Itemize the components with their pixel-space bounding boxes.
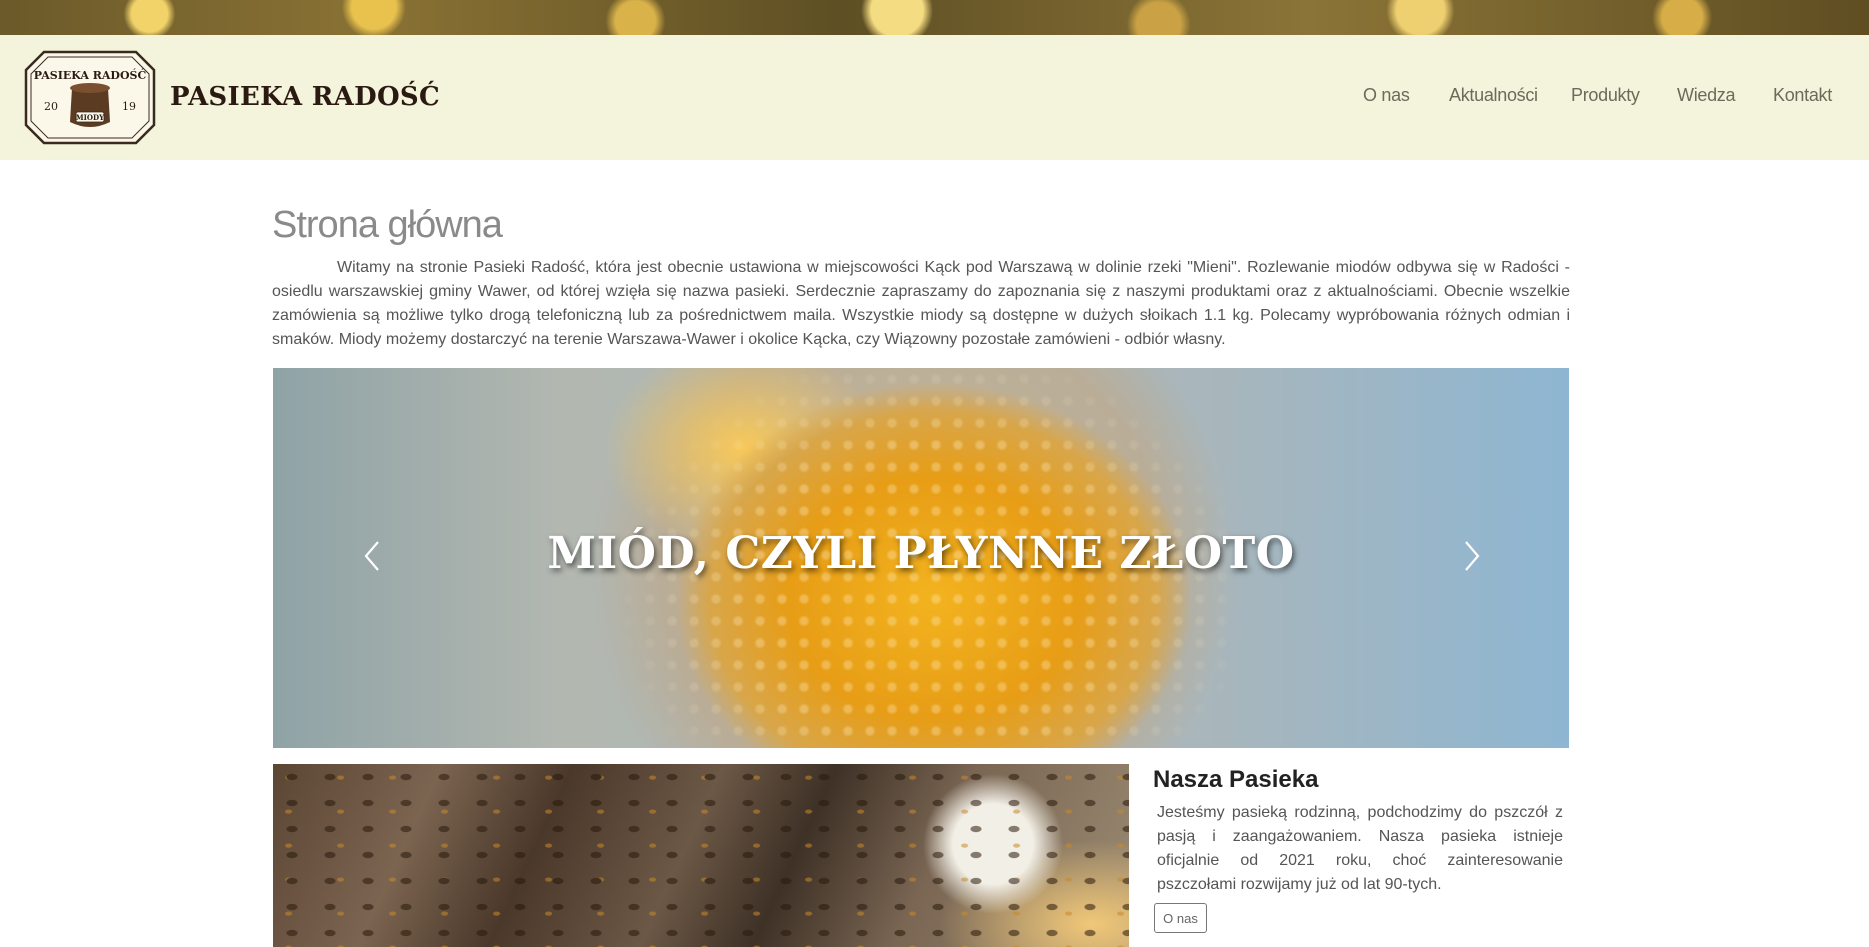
hero-carousel[interactable]: MIÓD, CZYLI PŁYNNE ZŁOTO: [273, 368, 1569, 748]
nav-item-o-nas[interactable]: O nas: [1363, 85, 1410, 106]
chevron-left-icon[interactable]: [358, 536, 388, 576]
section-text-nasza-pasieka: Jesteśmy pasieką rodzinną, podchodzimy d…: [1157, 804, 1563, 893]
nav-item-kontakt[interactable]: Kontakt: [1773, 85, 1832, 106]
nav-item-produkty[interactable]: Produkty: [1571, 85, 1640, 106]
top-banner-image: [0, 0, 1869, 35]
nav-item-aktualnosci[interactable]: Aktualności: [1449, 85, 1538, 106]
main-nav: O nas Aktualności Produkty Wiedza Kontak…: [0, 85, 1869, 115]
logo-top-text: PASIEKA RADOŚĆ: [34, 68, 147, 82]
intro-paragraph: Witamy na stronie Pasieki Radość, która …: [272, 259, 1570, 348]
nav-item-wiedza[interactable]: Wiedza: [1677, 85, 1736, 106]
carousel-caption: MIÓD, CZYLI PŁYNNE ZŁOTO: [547, 528, 1295, 579]
section-title-nasza-pasieka: Nasza Pasieka: [1153, 766, 1319, 793]
about-us-button[interactable]: O nas: [1154, 903, 1207, 933]
page-title: Strona główna: [272, 204, 503, 246]
site-header: PASIEKA RADOŚĆ 20 19 MIODY PASIEKA RADOŚ…: [0, 35, 1869, 160]
chevron-right-icon[interactable]: [1456, 536, 1486, 576]
bees-hive-image: [273, 764, 1129, 947]
